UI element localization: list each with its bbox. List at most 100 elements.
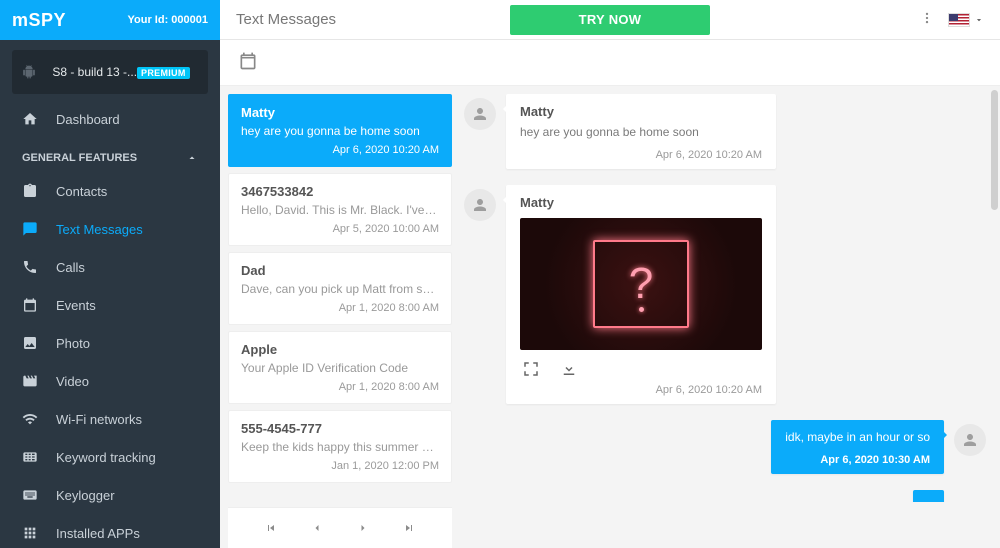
- video-icon: [22, 373, 38, 389]
- conversation-name: 3467533842: [241, 184, 439, 199]
- home-icon: [22, 111, 38, 127]
- page-first[interactable]: [265, 522, 277, 534]
- sidebar-nav: Dashboard GENERAL FEATURES Contacts Text…: [0, 100, 220, 548]
- attachment-image[interactable]: ?: [520, 218, 762, 350]
- toolbar: [220, 40, 1000, 86]
- message-bubble[interactable]: Matty hey are you gonna be home soon Apr…: [506, 94, 776, 169]
- page-prev[interactable]: [311, 522, 323, 534]
- nav-photo[interactable]: Photo: [0, 324, 220, 362]
- conversation-name: 555-4545-777: [241, 421, 439, 436]
- chevron-up-icon: [186, 152, 198, 164]
- conversation-item[interactable]: 555-4545-777 Keep the kids happy this su…: [228, 410, 452, 483]
- nav-keylogger[interactable]: Keylogger: [0, 476, 220, 514]
- nav-label: Events: [56, 298, 96, 313]
- android-icon: [22, 64, 36, 80]
- nav-label: Photo: [56, 336, 90, 351]
- conversation-column: Matty hey are you gonna be home soon Apr…: [220, 86, 452, 548]
- keyboard2-icon: [22, 487, 38, 503]
- apps-icon: [22, 525, 38, 541]
- message-sender: Matty: [520, 104, 762, 119]
- date-filter[interactable]: [238, 51, 258, 74]
- brand-logo: mSPY: [12, 10, 66, 31]
- nav-keyword-tracking[interactable]: Keyword tracking: [0, 438, 220, 476]
- nav-label: Keyword tracking: [56, 450, 156, 465]
- device-name: S8 - build 13 -...PREMIUM: [44, 65, 198, 79]
- download-icon[interactable]: [560, 360, 578, 378]
- nav-label: Text Messages: [56, 222, 143, 237]
- message-image-bubble[interactable]: Matty ? Apr 6, 2020 10:20 AM: [506, 185, 776, 404]
- message-time: Apr 6, 2020 10:20 AM: [520, 149, 762, 161]
- calendar-icon: [22, 297, 38, 313]
- calendar-outline-icon: [238, 51, 258, 71]
- nav-wifi[interactable]: Wi-Fi networks: [0, 400, 220, 438]
- message-in: Matty hey are you gonna be home soon Apr…: [464, 94, 986, 169]
- conversation-name: Apple: [241, 342, 439, 357]
- more-menu[interactable]: [920, 10, 934, 29]
- clipboard-icon: [22, 183, 38, 199]
- conversation-preview: hey are you gonna be home soon: [241, 124, 439, 138]
- nav-contacts[interactable]: Contacts: [0, 172, 220, 210]
- kebab-icon: [920, 10, 934, 26]
- message-in-image: Matty ? Apr 6, 2020 10:20 AM: [464, 185, 986, 404]
- message-time: Apr 6, 2020 10:30 AM: [785, 454, 930, 466]
- nav-label: Calls: [56, 260, 85, 275]
- nav-label: Dashboard: [56, 112, 120, 127]
- main: Text Messages TRY NOW Matty: [220, 0, 1000, 548]
- conversation-preview: Keep the kids happy this summer with ...: [241, 440, 439, 454]
- message-out: [464, 490, 986, 502]
- nav-section-general[interactable]: GENERAL FEATURES: [0, 138, 220, 172]
- section-label: GENERAL FEATURES: [22, 152, 137, 164]
- conversation-time: Jan 1, 2020 12:00 PM: [241, 460, 439, 472]
- nav-video[interactable]: Video: [0, 362, 220, 400]
- person-icon: [471, 105, 489, 123]
- nav-label: Keylogger: [56, 488, 115, 503]
- nav-events[interactable]: Events: [0, 286, 220, 324]
- nav-label: Installed APPs: [56, 526, 140, 541]
- conversation-item[interactable]: Apple Your Apple ID Verification Code Ap…: [228, 331, 452, 404]
- phone-icon: [22, 259, 38, 275]
- avatar: [464, 189, 496, 221]
- message-icon: [22, 221, 38, 237]
- message-time: Apr 6, 2020 10:20 AM: [506, 378, 776, 396]
- conversation-item[interactable]: 3467533842 Hello, David. This is Mr. Bla…: [228, 173, 452, 246]
- conversation-time: Apr 1, 2020 8:00 AM: [241, 302, 439, 314]
- language-picker[interactable]: [948, 13, 984, 27]
- caret-down-icon: [974, 15, 984, 25]
- message-out: idk, maybe in an hour or so Apr 6, 2020 …: [464, 420, 986, 474]
- conversation-list: Matty hey are you gonna be home soon Apr…: [220, 86, 452, 507]
- message-body: idk, maybe in an hour or so: [785, 430, 930, 444]
- message-sender: Matty: [506, 185, 776, 218]
- fullscreen-icon[interactable]: [522, 360, 540, 378]
- page-next[interactable]: [357, 522, 369, 534]
- content: Matty hey are you gonna be home soon Apr…: [220, 86, 1000, 548]
- device-picker[interactable]: S8 - build 13 -...PREMIUM: [12, 50, 208, 94]
- message-body: [927, 500, 930, 502]
- nav-installed-apps[interactable]: Installed APPs: [0, 514, 220, 548]
- page-title: Text Messages: [236, 11, 336, 28]
- image-icon: [22, 335, 38, 351]
- conversation-item[interactable]: Dad Dave, can you pick up Matt from scho…: [228, 252, 452, 325]
- nav-text-messages[interactable]: Text Messages: [0, 210, 220, 248]
- sidebar: mSPY Your Id: 000001 S8 - build 13 -...P…: [0, 0, 220, 548]
- try-now-button[interactable]: TRY NOW: [510, 5, 710, 35]
- message-thread: Matty hey are you gonna be home soon Apr…: [452, 86, 1000, 548]
- user-id: Your Id: 000001: [128, 14, 209, 26]
- conversation-preview: Your Apple ID Verification Code: [241, 361, 439, 375]
- conversation-preview: Dave, can you pick up Matt from schoo...: [241, 282, 439, 296]
- conversation-time: Apr 1, 2020 8:00 AM: [241, 381, 439, 393]
- keyboard-icon: [22, 449, 38, 465]
- nav-label: Contacts: [56, 184, 107, 199]
- nav-label: Wi-Fi networks: [56, 412, 142, 427]
- nav-dashboard[interactable]: Dashboard: [0, 100, 220, 138]
- conversation-name: Dad: [241, 263, 439, 278]
- message-body: hey are you gonna be home soon: [520, 125, 762, 139]
- page-last[interactable]: [403, 522, 415, 534]
- nav-calls[interactable]: Calls: [0, 248, 220, 286]
- message-bubble[interactable]: idk, maybe in an hour or so Apr 6, 2020 …: [771, 420, 944, 474]
- conversation-item[interactable]: Matty hey are you gonna be home soon Apr…: [228, 94, 452, 167]
- pagination: [228, 507, 452, 548]
- message-bubble[interactable]: [913, 490, 944, 502]
- sidebar-top: mSPY Your Id: 000001: [0, 0, 220, 40]
- person-icon: [471, 196, 489, 214]
- conversation-time: Apr 6, 2020 10:20 AM: [241, 144, 439, 156]
